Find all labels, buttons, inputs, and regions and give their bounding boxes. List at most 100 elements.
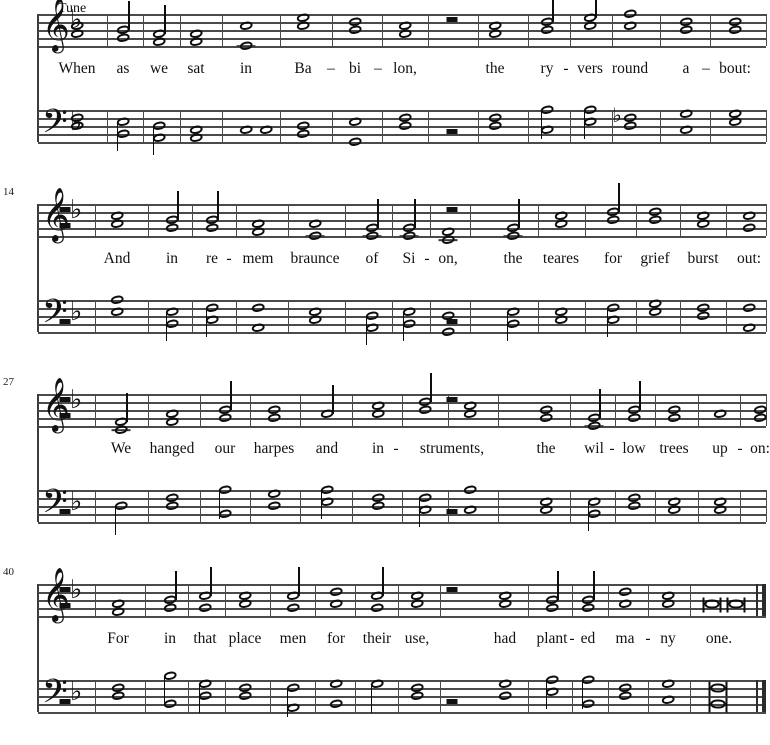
lyric-syllable: -: [609, 440, 615, 457]
barline: [660, 110, 662, 142]
barline: [498, 394, 500, 426]
music-score-page: Tune 𝄞 𝄢 ♭ ♭ ♭ When as we sat in Ba – bi – lon, the ry - ve…: [0, 0, 770, 745]
note-stem: [210, 567, 212, 596]
barline: [478, 14, 480, 46]
lyric-syllable: braunce: [290, 250, 340, 267]
barline: [200, 394, 202, 426]
barline: [612, 14, 614, 46]
notehead: [402, 230, 416, 242]
barline: [355, 680, 357, 712]
key-signature-bass: ♭: [70, 677, 83, 707]
lyric-syllable: sat: [187, 60, 205, 77]
barline: [570, 110, 572, 142]
lyric-syllable: lon,: [393, 60, 417, 77]
lyric-syllable: low: [622, 440, 646, 457]
lyric-syllable: ma: [615, 630, 635, 647]
barline: [382, 110, 384, 142]
lyric-syllable: a: [682, 60, 690, 77]
lyric-syllable: in: [239, 60, 253, 77]
key-signature-treble: ♭: [70, 385, 83, 415]
notehead: [506, 230, 520, 242]
notehead: [114, 424, 128, 436]
barline: [660, 14, 662, 46]
barline: [148, 394, 150, 426]
breve-notehead: [702, 597, 722, 613]
breve-notehead: [726, 597, 746, 613]
lyric-syllable: vers: [577, 60, 603, 77]
lyric-syllable: place: [228, 630, 262, 647]
whole-rest: [59, 397, 71, 402]
barline: [398, 680, 400, 712]
lyric-syllable: for: [326, 630, 346, 647]
lyric-syllable: bout:: [719, 60, 751, 77]
staff-line: [38, 704, 766, 706]
note-stem: [164, 5, 166, 34]
barline: [585, 300, 587, 332]
note-stem: [595, 0, 597, 18]
staff-line: [38, 600, 766, 602]
lyric-syllable: teares: [542, 250, 580, 267]
staff-line: [38, 14, 766, 16]
barline: [392, 204, 394, 236]
barline: [95, 584, 97, 616]
key-signature-treble: ♭: [70, 575, 83, 605]
barline: [402, 490, 404, 522]
lyric-syllable: –: [374, 60, 382, 77]
note-stem: [128, 1, 130, 30]
lyric-syllable: For: [107, 630, 129, 647]
lyric-syllable: mem: [242, 250, 274, 267]
lyric-syllable: When: [58, 60, 96, 77]
note-stem: [126, 393, 128, 422]
whole-rest: [59, 413, 71, 418]
note-stem: [298, 567, 300, 596]
barline: [615, 394, 617, 426]
final-barline-thick: [762, 584, 766, 616]
final-barline-thick: [762, 680, 766, 712]
barline: [107, 14, 109, 46]
barline: [528, 584, 530, 616]
barline: [95, 300, 97, 332]
lyric-syllable: ed: [580, 630, 596, 647]
bass-staff: [0, 110, 770, 144]
barline: [430, 300, 432, 332]
barline: [315, 584, 317, 616]
barline: [448, 490, 450, 522]
note-stem: [377, 199, 379, 228]
lyric-syllable: -: [645, 630, 651, 647]
note-stem: [286, 688, 289, 717]
staff-line: [38, 134, 766, 136]
barline: [180, 14, 182, 46]
barline: [766, 110, 768, 142]
note-stem: [177, 191, 179, 220]
barline: [655, 490, 657, 522]
lyric-syllable: men: [279, 630, 307, 647]
barline: [225, 680, 227, 712]
barline: [498, 490, 500, 522]
lyric-syllable: -: [393, 440, 399, 457]
barline: [608, 680, 610, 712]
barline: [250, 490, 252, 522]
lyric-line: We hanged our harpes and in - struments, the wil -…: [0, 440, 770, 460]
staff-line: [38, 46, 766, 48]
barline: [345, 300, 347, 332]
key-signature-bass: ♭: [70, 297, 83, 327]
barline: [402, 394, 404, 426]
lyric-syllable: bi: [348, 60, 362, 77]
lyric-syllable: trees: [659, 440, 689, 457]
staff-line: [38, 688, 766, 690]
bass-clef-icon: 𝄢: [42, 103, 68, 149]
whole-rest: [59, 587, 71, 592]
lyric-syllable: hanged: [149, 440, 195, 457]
lyric-syllable: on,: [438, 250, 458, 267]
barline: [148, 204, 150, 236]
whole-rest: [446, 699, 458, 704]
note-stem: [593, 571, 595, 600]
treble-clef-icon: 𝄞: [42, 187, 70, 242]
barline: [222, 110, 224, 142]
barline: [615, 490, 617, 522]
barline: [570, 490, 572, 522]
barline: [570, 14, 572, 46]
lyric-syllable: on:: [750, 440, 770, 457]
lyric-syllable: of: [365, 250, 379, 267]
lyric-syllable: re: [205, 250, 219, 267]
